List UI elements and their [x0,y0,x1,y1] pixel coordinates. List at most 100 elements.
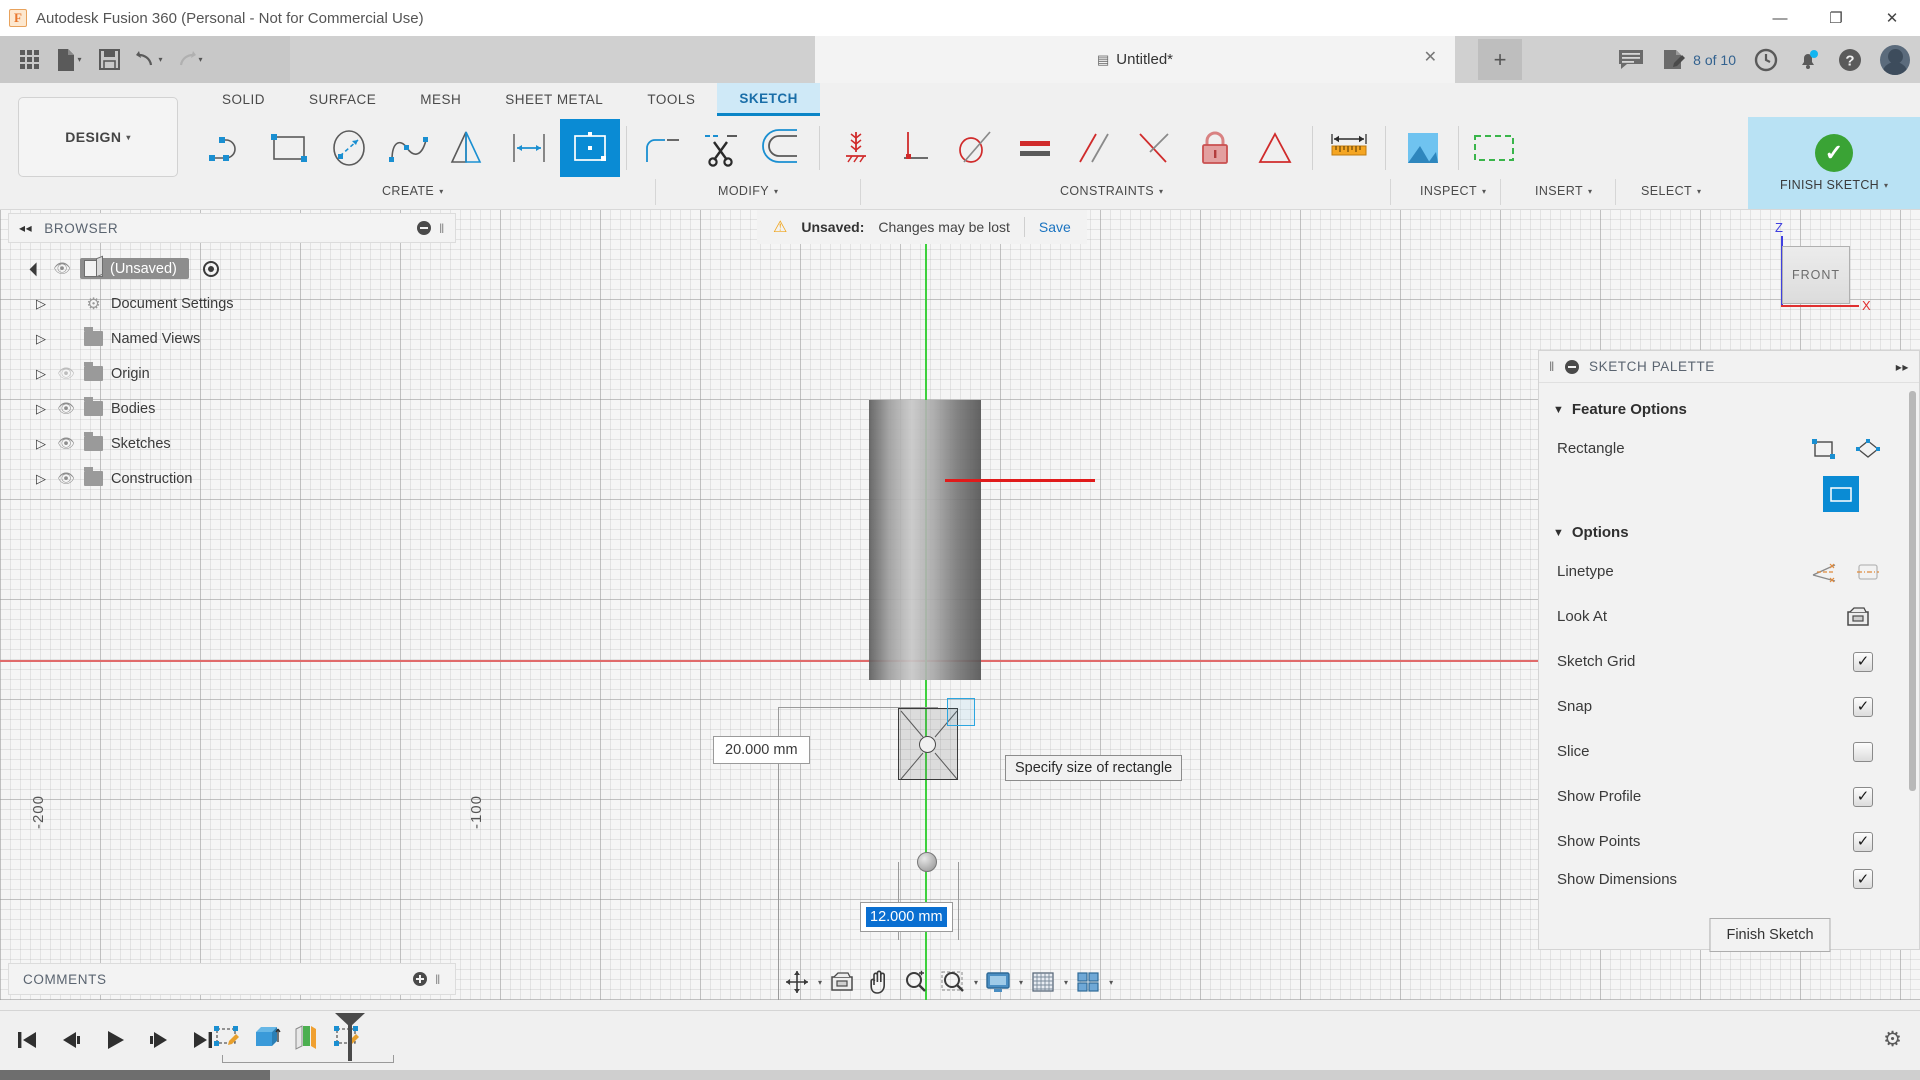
grid-snaps-icon[interactable] [1026,965,1060,999]
slice-checkbox[interactable] [1853,742,1873,762]
user-avatar[interactable] [1880,45,1910,75]
expand-icon-construction[interactable]: ▷ [34,471,48,487]
2-point-rectangle-icon[interactable] [1809,436,1839,462]
finish-sketch-button[interactable]: ✓ FINISH SKETCH ▾ [1748,117,1920,209]
section-options[interactable]: ▼ Options [1539,516,1919,549]
timeline-scrollbar[interactable] [0,1070,1920,1080]
symmetry-constraint-button[interactable] [1246,119,1306,177]
add-comment-icon[interactable] [413,972,427,986]
center-rectangle-tool-button-active[interactable] [560,119,620,177]
expand-icon-bodies[interactable]: ▷ [34,401,48,417]
zoom-window-icon[interactable] [936,965,970,999]
orbit-caret-icon[interactable]: ▾ [818,978,822,987]
new-document-caret[interactable]: ▾ [77,55,81,64]
palette-finish-sketch-button[interactable]: Finish Sketch [1709,918,1830,952]
undo-caret[interactable]: ▾ [158,55,162,64]
help-icon[interactable]: ? [1838,48,1862,72]
job-status-icon[interactable]: 8 of 10 [1662,49,1736,71]
perpendicular-constraint-button[interactable] [886,119,946,177]
equal-constraint-button[interactable] [1006,119,1066,177]
redo-icon[interactable]: ▾ [172,43,206,77]
look-at-icon[interactable] [825,965,859,999]
browser-collapse-icon[interactable]: ◂◂ [19,221,32,235]
offset-tool-button[interactable] [753,119,813,177]
eye-icon-sketches[interactable]: 👁 [56,435,76,452]
viewports-icon[interactable] [1071,965,1105,999]
vertical-dimension-box[interactable]: 20.000 mm [713,736,810,764]
browser-item-sketches[interactable]: ▷ 👁 Sketches [8,426,456,461]
palette-expand-icon[interactable]: ▸▸ [1896,360,1909,374]
viewcube-front-face[interactable]: FRONT [1782,246,1850,304]
show-points-checkbox[interactable]: ✓ [1853,832,1873,852]
sketch-grid-checkbox[interactable]: ✓ [1853,652,1873,672]
snap-checkbox[interactable]: ✓ [1853,697,1873,717]
arc-tool-button[interactable] [380,119,440,177]
group-label-insert[interactable]: INSERT ▾ [1535,184,1592,198]
section-feature-options[interactable]: ▼ Feature Options [1539,393,1919,426]
save-icon[interactable] [92,43,126,77]
show-dimensions-checkbox[interactable]: ✓ [1853,869,1873,889]
group-label-select[interactable]: SELECT ▾ [1641,184,1701,198]
tab-sketch[interactable]: SKETCH [717,83,820,116]
new-tab-button[interactable]: + [1478,39,1522,80]
maximize-button[interactable]: ❐ [1808,0,1864,36]
polygon-tool-button[interactable] [440,119,500,177]
circle-tool-button[interactable] [320,119,380,177]
tangent-constraint-button[interactable] [946,119,1006,177]
viewports-caret-icon[interactable]: ▾ [1109,978,1113,987]
document-tab-close-icon[interactable]: ✕ [1424,50,1437,66]
browser-item-construction[interactable]: ▷ 👁 Construction [8,461,456,496]
browser-item-document-settings[interactable]: ▷ 👁 ⚙ Document Settings [8,286,456,321]
group-label-inspect[interactable]: INSPECT ▾ [1420,184,1486,198]
sketch-palette-header[interactable]: ‖ SKETCH PALETTE ▸▸ [1539,351,1919,383]
look-at-camera-icon[interactable] [1843,604,1873,630]
grid-snaps-caret-icon[interactable]: ▾ [1064,978,1068,987]
document-tab[interactable]: ▤ Untitled* ✕ [815,36,1455,83]
rectangle-tool-button[interactable] [260,119,320,177]
group-label-create[interactable]: CREATE ▾ [382,184,444,198]
group-label-constraints[interactable]: CONSTRAINTS ▾ [1060,184,1163,198]
shell-feature-icon[interactable] [290,1021,324,1055]
parallel-constraint-button[interactable] [1066,119,1126,177]
extrude-feature-icon[interactable] [250,1021,284,1055]
comment-icon[interactable] [1618,49,1644,71]
bell-icon[interactable] [1796,48,1820,72]
save-link[interactable]: Save [1039,219,1071,235]
sketch-feature-2-icon[interactable] [330,1021,364,1055]
browser-item-origin[interactable]: ▷ 👁 Origin [8,356,456,391]
browser-minimize-icon[interactable] [417,221,431,235]
timeline-previous-button[interactable] [54,1023,88,1057]
browser-grip-icon[interactable]: ‖ [439,221,445,236]
pan-hand-icon[interactable] [862,965,896,999]
group-label-modify[interactable]: MODIFY ▾ [718,184,778,198]
fillet-tool-button[interactable] [633,119,693,177]
eye-icon-origin-hidden[interactable]: 👁 [56,365,76,382]
orbit-icon[interactable] [780,965,814,999]
timeline-next-button[interactable] [142,1023,176,1057]
center-rectangle-icon[interactable] [1823,476,1859,512]
trim-scissors-button[interactable] [693,119,753,177]
show-profile-checkbox[interactable]: ✓ [1853,787,1873,807]
timeline-marker[interactable] [348,1019,352,1061]
browser-item-bodies[interactable]: ▷ 👁 Bodies [8,391,456,426]
palette-minimize-icon[interactable] [1565,360,1579,374]
root-chip[interactable]: (Unsaved) [80,258,189,279]
timeline-settings-gear-icon[interactable]: ⚙ [1883,1027,1902,1052]
origin-point[interactable] [917,852,937,872]
sketch-dimension-button[interactable] [500,119,560,177]
comments-grip-icon[interactable]: ‖ [435,972,441,987]
construction-line-icon[interactable] [1809,559,1839,585]
workspace-switcher-button[interactable]: DESIGN ▾ [18,97,178,177]
browser-root-row[interactable]: ◣ 👁 (Unsaved) [8,251,456,286]
horizontal-vertical-constraint-button[interactable] [826,119,886,177]
comments-panel-header[interactable]: COMMENTS ‖ [8,963,456,995]
tab-surface[interactable]: SURFACE [287,83,398,116]
root-activate-radio[interactable] [203,261,219,277]
palette-grip-icon[interactable]: ‖ [1549,359,1555,374]
zoom-icon[interactable] [899,965,933,999]
tab-sheet-metal[interactable]: SHEET METAL [483,83,625,116]
minimize-button[interactable]: — [1752,0,1808,36]
expand-icon-named-views[interactable]: ▷ [34,331,48,347]
line-tool-button[interactable] [200,119,260,177]
tab-solid[interactable]: SOLID [200,83,287,116]
